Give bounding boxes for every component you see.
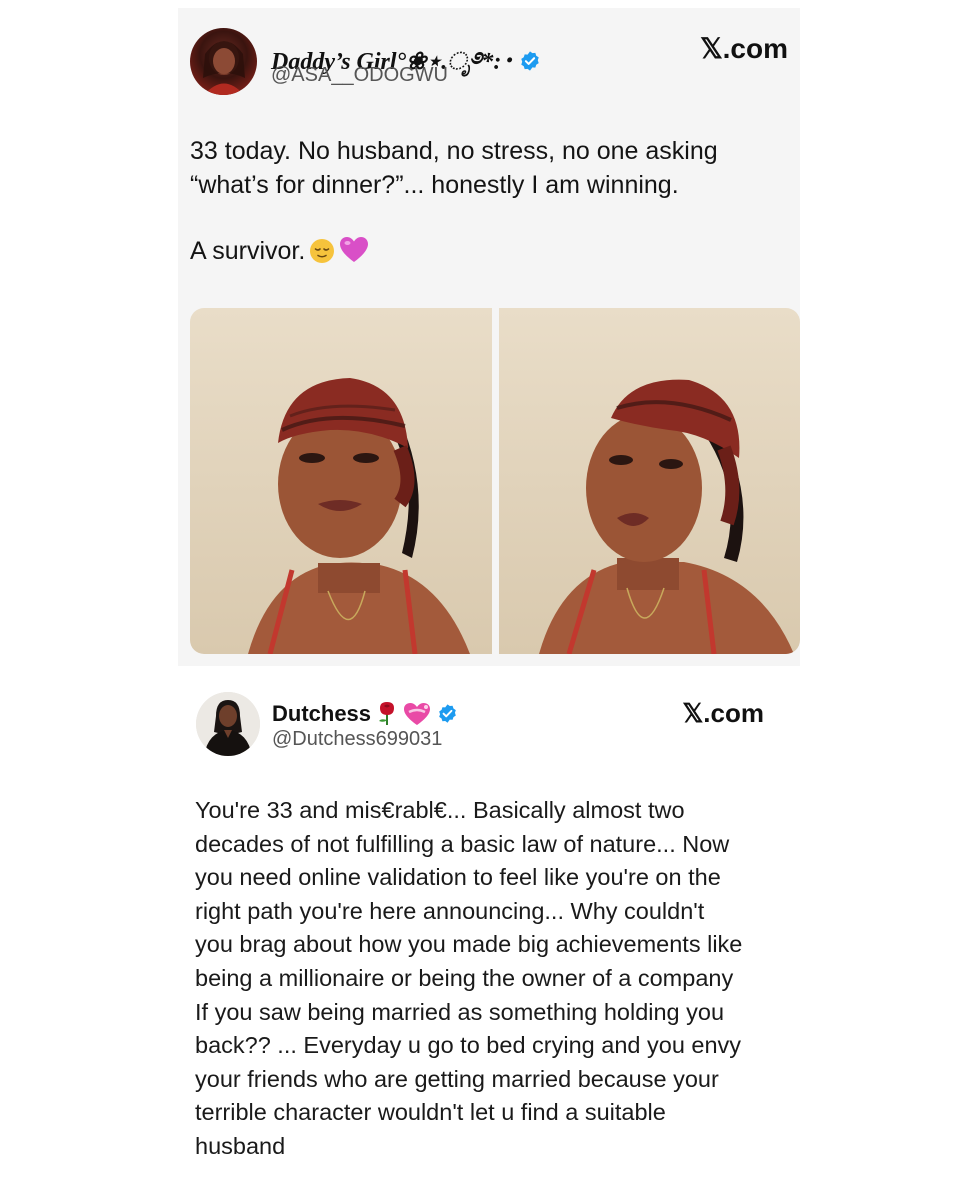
- x-logo: 𝕏.com: [700, 33, 788, 64]
- tweet-card-1: Daddy’s Girl°❀⋆.ೃ࿔*:･ @ASA__ODOGWU 𝕏.com…: [178, 8, 800, 666]
- author-handle[interactable]: @Dutchess699031: [272, 728, 442, 751]
- verified-badge-icon: [521, 51, 540, 71]
- x-logo: 𝕏.com: [682, 698, 764, 728]
- profile-photo-icon: [196, 692, 260, 756]
- author-name-text: Dutchess: [272, 701, 372, 726]
- avatar[interactable]: [190, 28, 257, 95]
- tweet-text: 33 today. No husband, no stress, no one …: [190, 134, 780, 273]
- relieved-face-icon: [309, 238, 335, 273]
- tweet-photo-1[interactable]: [190, 308, 492, 654]
- author-handle[interactable]: @ASA__ODOGWU: [271, 64, 448, 87]
- purple-heart-icon: [339, 236, 369, 273]
- tweet-media-grid[interactable]: [190, 308, 800, 654]
- tweet-text-line: 33 today. No husband, no stress, no one …: [190, 137, 718, 165]
- tweet-photo-2[interactable]: [499, 308, 800, 654]
- tweet-text-survivor: A survivor.: [190, 237, 306, 265]
- verified-badge-icon: [439, 704, 456, 723]
- tweet-card-2: Dutchess @Dutchess699031 𝕏.com You're 33…: [178, 672, 782, 1192]
- tweet-text-line: “what’s for dinner?”... honestly I am wi…: [190, 171, 679, 199]
- tweet-text-line: A survivor.: [190, 234, 780, 273]
- tweet-text: You're 33 and mis€rabl€... Basically alm…: [195, 797, 743, 1159]
- avatar[interactable]: [196, 692, 260, 756]
- profile-photo-icon: [203, 41, 245, 95]
